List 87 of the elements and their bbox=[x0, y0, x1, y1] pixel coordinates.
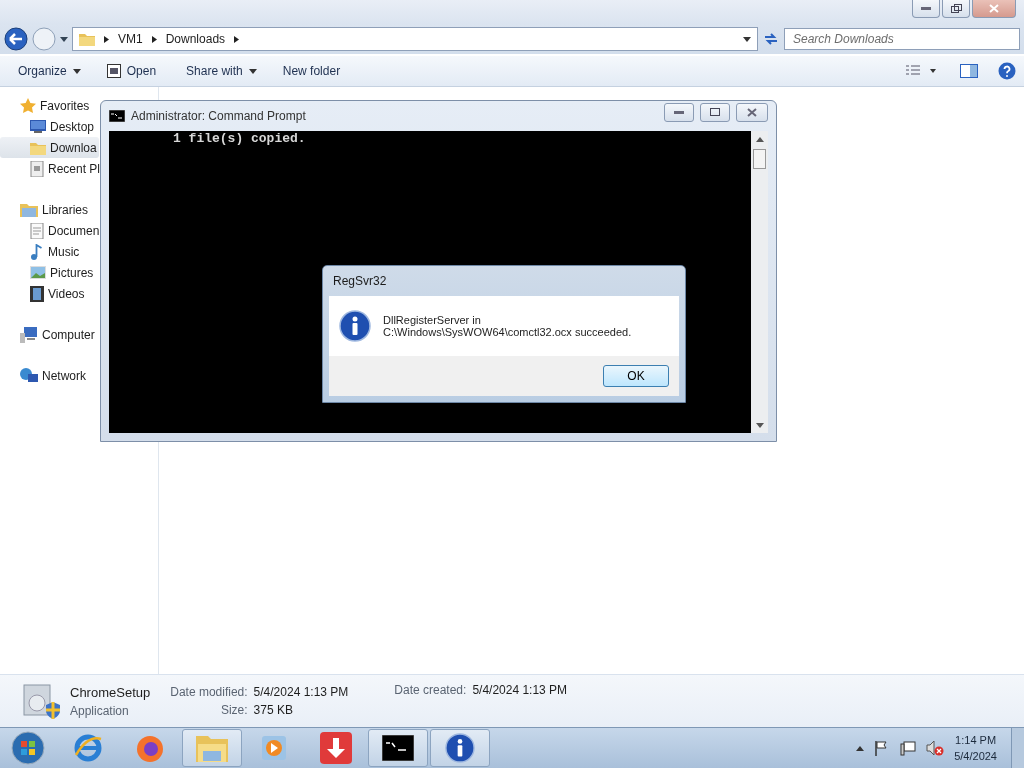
message-text: DllRegisterServer in bbox=[383, 314, 482, 326]
caret-icon bbox=[72, 68, 81, 74]
scroll-down-icon[interactable] bbox=[755, 423, 764, 429]
chevron-icon bbox=[103, 35, 110, 43]
toolbar-button[interactable]: Open bbox=[98, 60, 165, 82]
restore-icon bbox=[950, 4, 962, 13]
nav-item[interactable]: Pictures bbox=[0, 262, 94, 283]
start-orb-icon bbox=[11, 731, 45, 765]
toolbar-button[interactable]: New folder bbox=[274, 60, 349, 82]
desktop-icon bbox=[30, 120, 46, 133]
restore-button[interactable] bbox=[942, 0, 970, 18]
taskbar-button[interactable] bbox=[430, 729, 490, 767]
info-icon bbox=[339, 310, 371, 342]
clock[interactable]: 1:14 PM 5/4/2024 bbox=[954, 732, 997, 764]
document-icon bbox=[30, 222, 44, 239]
help-icon[interactable] bbox=[998, 62, 1016, 80]
nav-item[interactable]: Recent Pl bbox=[0, 158, 101, 179]
nav-item[interactable]: Favorites bbox=[0, 95, 90, 116]
console-output: 1 file(s) copied. bbox=[172, 131, 306, 146]
address-bar[interactable]: VM1 Downloads bbox=[72, 27, 758, 51]
download-folder-icon bbox=[30, 140, 46, 155]
folder-icon bbox=[79, 32, 95, 46]
taskbar-button[interactable] bbox=[368, 729, 428, 767]
toolbar-button[interactable]: Organize bbox=[10, 60, 89, 82]
preview-pane-icon[interactable] bbox=[960, 64, 978, 78]
minimize-icon bbox=[674, 110, 684, 114]
scrollbar[interactable] bbox=[751, 131, 768, 433]
nav-item[interactable]: Documen bbox=[0, 220, 100, 241]
field-label: Size: bbox=[219, 703, 248, 717]
show-hidden-icons-icon[interactable] bbox=[856, 745, 865, 751]
toolbar-button[interactable]: Share with bbox=[178, 60, 265, 82]
film-icon bbox=[30, 285, 44, 302]
console-icon bbox=[382, 735, 414, 761]
globe-e-icon bbox=[73, 733, 103, 763]
console-icon bbox=[109, 110, 125, 122]
image-icon bbox=[30, 266, 46, 279]
field-value: 5/4/2024 1:13 PM bbox=[472, 683, 568, 697]
nav-item[interactable]: Libraries bbox=[0, 199, 89, 220]
maximize-button[interactable] bbox=[700, 102, 730, 122]
minimize-icon bbox=[921, 7, 931, 10]
caret-icon bbox=[743, 36, 751, 42]
minimize-button[interactable] bbox=[912, 0, 940, 18]
breadcrumb[interactable]: VM1 bbox=[118, 32, 143, 46]
close-button[interactable] bbox=[736, 102, 768, 122]
search-field[interactable]: Search Downloads bbox=[784, 28, 1020, 50]
file-type: Application bbox=[70, 703, 130, 718]
open-icon bbox=[106, 64, 121, 78]
history-dropdown[interactable] bbox=[60, 36, 68, 42]
star-icon bbox=[20, 97, 36, 114]
music-note-icon bbox=[30, 243, 44, 260]
nav-item[interactable]: Desktop bbox=[0, 116, 95, 137]
nav-item[interactable]: Network bbox=[0, 365, 86, 386]
close-icon bbox=[989, 4, 999, 13]
chevron-icon bbox=[233, 35, 241, 43]
scroll-thumb[interactable] bbox=[753, 149, 766, 169]
computer-icon bbox=[20, 326, 38, 343]
maximize-icon bbox=[710, 108, 720, 116]
breadcrumb[interactable]: Downloads bbox=[165, 32, 226, 46]
ok-button[interactable]: OK bbox=[603, 365, 669, 387]
info-icon bbox=[445, 733, 475, 763]
close-icon bbox=[747, 107, 757, 117]
view-options-icon[interactable] bbox=[906, 65, 936, 77]
back-button[interactable] bbox=[4, 27, 28, 51]
field-label: Date created: bbox=[394, 683, 467, 697]
muted-speaker-icon[interactable] bbox=[926, 740, 945, 756]
field-label: Date modified: bbox=[170, 685, 248, 699]
network-icon[interactable] bbox=[900, 740, 917, 756]
file-name: ChromeSetup bbox=[70, 684, 151, 700]
nav-item[interactable]: Music bbox=[0, 241, 80, 262]
nav-item[interactable]: Videos bbox=[0, 283, 85, 304]
network-icon bbox=[20, 367, 38, 384]
field-value: 375 KB bbox=[253, 703, 294, 717]
minimize-button[interactable] bbox=[664, 102, 694, 122]
message-text: C:\Windows\SysWOW64\comctl32.ocx succeeded. bbox=[383, 326, 632, 338]
chevron-icon bbox=[150, 35, 158, 43]
installer-icon bbox=[20, 681, 60, 721]
window-title: Administrator: Command Prompt bbox=[131, 109, 306, 123]
folder-icon bbox=[195, 733, 229, 763]
dialog-title: RegSvr32 bbox=[332, 273, 388, 290]
field-value: 5/4/2024 1:13 PM bbox=[253, 685, 349, 699]
library-icon bbox=[20, 202, 38, 217]
media-player-icon bbox=[260, 734, 288, 762]
document-icon bbox=[30, 160, 44, 177]
caret-icon bbox=[248, 68, 257, 74]
scroll-up-icon[interactable] bbox=[755, 137, 764, 143]
nav-item[interactable]: Computer bbox=[0, 324, 95, 345]
nav-item[interactable]: Downloa bbox=[0, 137, 99, 158]
